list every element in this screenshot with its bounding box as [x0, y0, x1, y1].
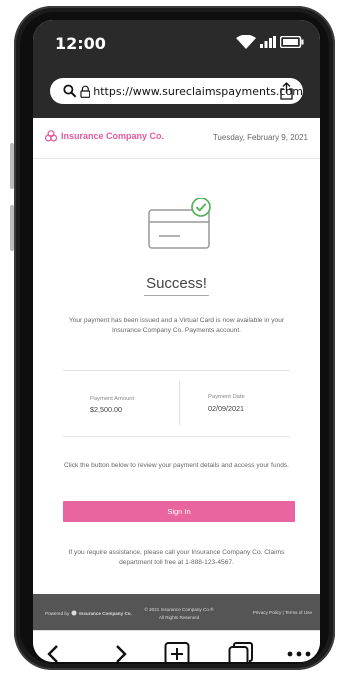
details-divider-bottom: [63, 436, 290, 437]
signal-icon: [260, 36, 276, 48]
browser-bottom-bar: [33, 630, 320, 662]
page-header: Insurance Company Co. Tuesday, February …: [33, 118, 320, 159]
assistance-text: If you require assistance, please call y…: [68, 549, 285, 566]
new-tab-button[interactable]: [163, 642, 191, 662]
status-time: 12:00: [55, 34, 106, 53]
tabs-icon: [228, 642, 253, 662]
tabs-button[interactable]: [227, 642, 255, 662]
payment-date-label: Payment Date: [208, 394, 245, 400]
brand-name: Insurance Company Co.: [61, 131, 165, 141]
page-footer: Powered by Insurance Company Co. © 2021 …: [33, 594, 320, 630]
battery-icon: [280, 36, 304, 48]
forward-icon: [116, 645, 127, 662]
volume-up-button: [10, 143, 14, 189]
powered-by: Powered by Insurance Company Co.: [45, 610, 132, 616]
powered-by-brand: Insurance Company Co.: [79, 610, 132, 616]
sign-in-button[interactable]: Sign In: [63, 501, 295, 522]
more-button[interactable]: [285, 642, 313, 662]
header-date: Tuesday, February 9, 2021: [212, 133, 308, 142]
more-icon: [287, 651, 311, 657]
footer-logo-icon: [71, 610, 77, 616]
web-page: Insurance Company Co. Tuesday, February …: [33, 118, 320, 608]
review-instructions: Click the button below to review your pa…: [63, 462, 290, 469]
success-title: Success!: [144, 275, 209, 296]
check-circle-icon: [191, 198, 211, 217]
copyright-line-2: All Rights Reserved: [158, 615, 200, 620]
back-button[interactable]: [39, 642, 67, 662]
details-divider-top: [63, 370, 290, 371]
copyright: © 2021 Insurance Company Co.® All Rights…: [133, 606, 225, 622]
details-divider-middle: [179, 381, 180, 425]
brand-logo-icon: [45, 130, 57, 142]
back-icon: [47, 645, 58, 662]
credit-card-icon: [148, 198, 211, 249]
status-bar: 12:00: [33, 20, 320, 70]
wifi-icon: [236, 35, 256, 49]
payment-date-value: 02/09/2021: [208, 404, 244, 413]
footer-links[interactable]: Privacy Policy | Terms of Use: [253, 610, 312, 615]
payment-amount-label: Payment Amount: [90, 396, 135, 402]
brand: Insurance Company Co.: [45, 130, 164, 142]
copyright-line-1: © 2021 Insurance Company Co.®: [144, 607, 214, 612]
issued-message: Your payment has been issued and a Virtu…: [68, 317, 285, 334]
share-icon[interactable]: [280, 82, 293, 100]
volume-down-button: [10, 205, 14, 251]
forward-button[interactable]: [107, 642, 135, 662]
search-icon: [63, 84, 77, 98]
success-heading: Success!: [33, 275, 320, 296]
lock-icon: [79, 85, 90, 98]
browser-toolbar: https://www.sureclaimspayments.com: [33, 70, 320, 118]
status-icons: [236, 34, 304, 50]
payment-amount-value: $2,500.00: [90, 405, 122, 414]
url-text: https://www.sureclaimspayments.com: [93, 84, 303, 98]
screen: 12:00 https://www.sureclaimspayments.com…: [33, 20, 320, 662]
new-tab-icon: [164, 642, 190, 662]
powered-by-label: Powered by: [45, 610, 70, 616]
address-bar[interactable]: https://www.sureclaimspayments.com: [50, 78, 303, 104]
